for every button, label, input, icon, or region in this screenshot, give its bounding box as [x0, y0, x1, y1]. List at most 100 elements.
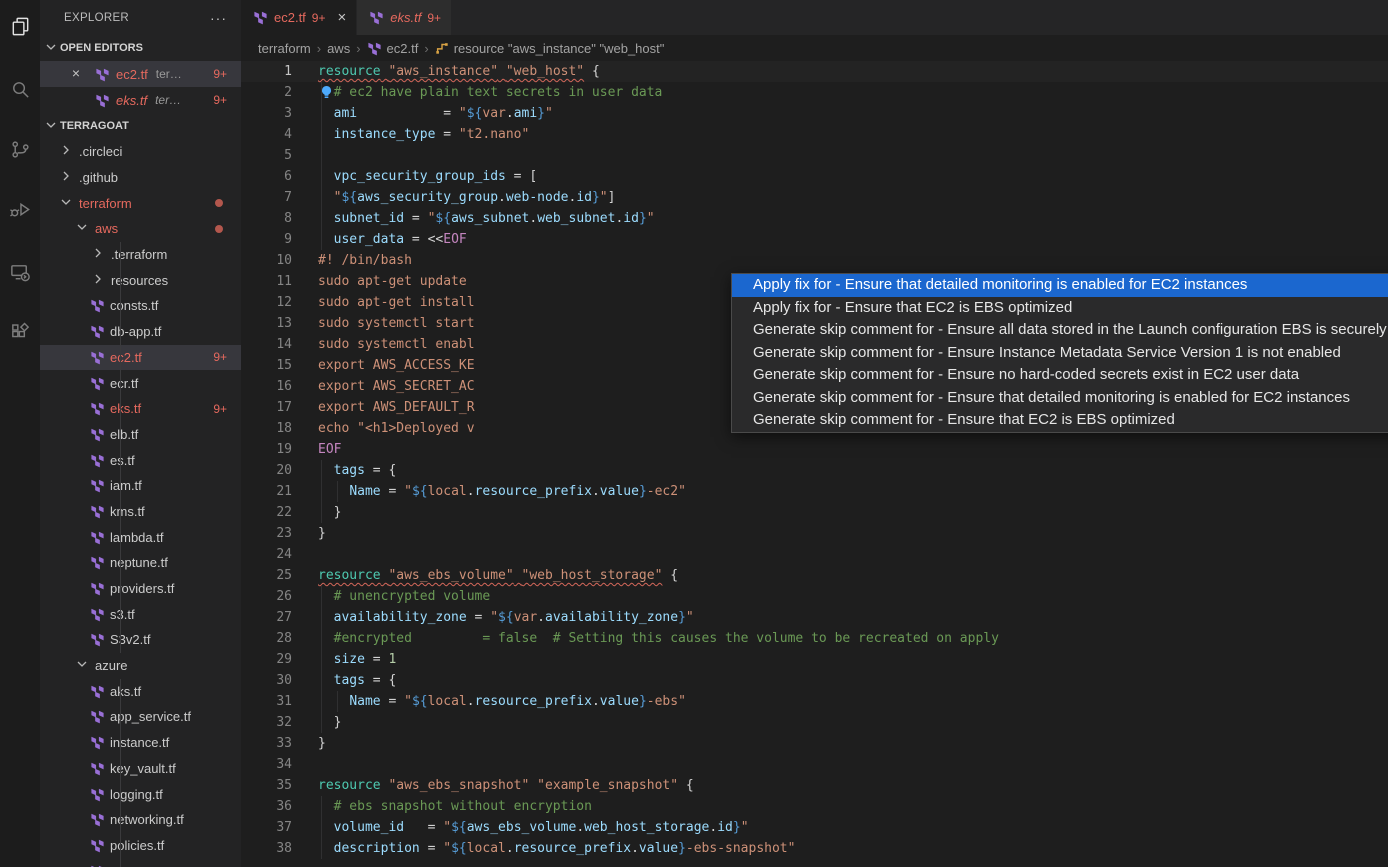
activity-source-control-icon[interactable]: [0, 133, 40, 165]
tree-item-ecr.tf[interactable]: ecr.tf: [40, 370, 241, 396]
code-line-34[interactable]: 34: [241, 754, 1388, 775]
code-line-3[interactable]: 3 ami = "${var.ami}": [241, 103, 1388, 124]
code-line-19[interactable]: 19EOF: [241, 439, 1388, 460]
code-line-23[interactable]: 23}: [241, 523, 1388, 544]
close-tab-icon[interactable]: ×: [337, 9, 346, 26]
code-line-30[interactable]: 30 tags = {: [241, 670, 1388, 691]
tree-item-key_vault.tf[interactable]: key_vault.tf: [40, 756, 241, 782]
code-action-item[interactable]: Generate skip comment for - Ensure Insta…: [732, 342, 1388, 365]
activity-extensions-icon[interactable]: [0, 316, 40, 348]
code-line-9[interactable]: 9 user_data = <<EOF: [241, 229, 1388, 250]
open-editor-eks.tf[interactable]: eks.tfter…9+: [40, 87, 241, 113]
code-line-4[interactable]: 4 instance_type = "t2.nano": [241, 124, 1388, 145]
code-line-32[interactable]: 32 }: [241, 712, 1388, 733]
tree-item-.terraform[interactable]: .terraform: [40, 242, 241, 268]
tree-item-db-app.tf[interactable]: db-app.tf: [40, 319, 241, 345]
breadcrumb-item[interactable]: aws: [327, 41, 350, 56]
code-line-8[interactable]: 8 subnet_id = "${aws_subnet.web_subnet.i…: [241, 208, 1388, 229]
tree-item-label: terraform: [79, 196, 132, 211]
indent-guide: [321, 691, 322, 712]
tree-item-app_service.tf[interactable]: app_service.tf: [40, 704, 241, 730]
code-line-2[interactable]: 2 # ec2 have plain text secrets in user …: [241, 82, 1388, 103]
open-editor-ec2.tf[interactable]: ×ec2.tfter…9+: [40, 61, 241, 87]
terraform-file-icon: [90, 376, 105, 391]
code-line-38[interactable]: 38 description = "${local.resource_prefi…: [241, 838, 1388, 859]
line-number: 10: [241, 250, 292, 271]
explorer-more-actions-icon[interactable]: ···: [210, 10, 227, 26]
tree-item-neptune.tf[interactable]: neptune.tf: [40, 550, 241, 576]
breadcrumb-item[interactable]: resource "aws_instance" "web_host": [435, 41, 665, 56]
code-line-24[interactable]: 24: [241, 544, 1388, 565]
line-number: 1: [241, 61, 292, 82]
code-line-21[interactable]: 21 Name = "${local.resource_prefix.value…: [241, 481, 1388, 502]
code-line-26[interactable]: 26 # unencrypted volume: [241, 586, 1388, 607]
code-line-33[interactable]: 33}: [241, 733, 1388, 754]
code-line-20[interactable]: 20 tags = {: [241, 460, 1388, 481]
line-number: 26: [241, 586, 292, 607]
tab-eks.tf[interactable]: eks.tf9+: [357, 0, 452, 35]
lightbulb-fix-icon[interactable]: [319, 85, 334, 100]
tree-item-partial[interactable]: [40, 858, 241, 867]
code-action-item[interactable]: Apply fix for - Ensure that EC2 is EBS o…: [732, 297, 1388, 320]
tree-item-providers.tf[interactable]: providers.tf: [40, 576, 241, 602]
code-line-28[interactable]: 28 #encrypted = false # Setting this cau…: [241, 628, 1388, 649]
tree-item-azure[interactable]: azure: [40, 653, 241, 679]
tree-item-.circleci[interactable]: .circleci: [40, 139, 241, 165]
tree-item-kms.tf[interactable]: kms.tf: [40, 499, 241, 525]
breadcrumb-item[interactable]: ec2.tf: [367, 41, 419, 56]
code-line-10[interactable]: 10#! /bin/bash: [241, 250, 1388, 271]
code-line-29[interactable]: 29 size = 1: [241, 649, 1388, 670]
code-line-5[interactable]: 5: [241, 145, 1388, 166]
line-number: 36: [241, 796, 292, 817]
tree-item-consts.tf[interactable]: consts.tf: [40, 293, 241, 319]
code-line-31[interactable]: 31 Name = "${local.resource_prefix.value…: [241, 691, 1388, 712]
open-editors-section-header[interactable]: OPEN EDITORS: [40, 35, 241, 61]
line-number: 29: [241, 649, 292, 670]
code-action-item[interactable]: Generate skip comment for - Ensure all d…: [732, 319, 1388, 342]
tree-item-logging.tf[interactable]: logging.tf: [40, 781, 241, 807]
workspace-section-header[interactable]: TERRAGOAT: [40, 113, 241, 139]
tree-item-lambda.tf[interactable]: lambda.tf: [40, 524, 241, 550]
chevron-right-icon: [90, 271, 106, 287]
tree-item-policies.tf[interactable]: policies.tf: [40, 833, 241, 859]
code-action-item[interactable]: Generate skip comment for - Ensure that …: [732, 387, 1388, 410]
open-editor-filename: ec2.tf: [116, 67, 148, 82]
tree-item-.github[interactable]: .github: [40, 165, 241, 191]
breadcrumb-item[interactable]: terraform: [258, 41, 311, 56]
code-line-36[interactable]: 36 # ebs snapshot without encryption: [241, 796, 1388, 817]
tree-item-instance.tf[interactable]: instance.tf: [40, 730, 241, 756]
tree-item-iam.tf[interactable]: iam.tf: [40, 473, 241, 499]
tree-item-elb.tf[interactable]: elb.tf: [40, 422, 241, 448]
code-line-6[interactable]: 6 vpc_security_group_ids = [: [241, 166, 1388, 187]
tree-item-S3v2.tf[interactable]: S3v2.tf: [40, 627, 241, 653]
terraform-file-icon: [90, 298, 105, 313]
code-action-item[interactable]: Apply fix for - Ensure that detailed mon…: [732, 274, 1388, 297]
activity-explorer-icon[interactable]: [0, 10, 40, 42]
close-editor-icon[interactable]: ×: [68, 65, 84, 81]
tab-ec2.tf[interactable]: ec2.tf9+×: [241, 0, 357, 35]
terraform-file-icon: [90, 607, 105, 622]
tree-item-networking.tf[interactable]: networking.tf: [40, 807, 241, 833]
tree-item-es.tf[interactable]: es.tf: [40, 447, 241, 473]
code-line-1[interactable]: 1resource "aws_instance" "web_host" {: [241, 61, 1388, 82]
tree-item-aks.tf[interactable]: aks.tf: [40, 678, 241, 704]
code-line-7[interactable]: 7 "${aws_security_group.web-node.id}"]: [241, 187, 1388, 208]
activity-run-debug-icon[interactable]: [0, 193, 40, 225]
tree-item-ec2.tf[interactable]: ec2.tf9+: [40, 345, 241, 371]
code-line-25[interactable]: 25resource "aws_ebs_volume" "web_host_st…: [241, 565, 1388, 586]
tree-item-s3.tf[interactable]: s3.tf: [40, 601, 241, 627]
activity-search-icon[interactable]: [0, 73, 40, 105]
tab-problems-badge: 9+: [312, 11, 326, 25]
code-line-27[interactable]: 27 availability_zone = "${var.availabili…: [241, 607, 1388, 628]
code-line-22[interactable]: 22 }: [241, 502, 1388, 523]
tree-item-resources[interactable]: resources: [40, 267, 241, 293]
line-number: 19: [241, 439, 292, 460]
code-action-item[interactable]: Generate skip comment for - Ensure no ha…: [732, 364, 1388, 387]
code-line-37[interactable]: 37 volume_id = "${aws_ebs_volume.web_hos…: [241, 817, 1388, 838]
activity-remote-explorer-icon[interactable]: [0, 256, 40, 288]
code-action-item[interactable]: Generate skip comment for - Ensure that …: [732, 409, 1388, 432]
tree-item-eks.tf[interactable]: eks.tf9+: [40, 396, 241, 422]
tree-item-terraform[interactable]: terraform: [40, 190, 241, 216]
tree-item-aws[interactable]: aws: [40, 216, 241, 242]
code-line-35[interactable]: 35resource "aws_ebs_snapshot" "example_s…: [241, 775, 1388, 796]
